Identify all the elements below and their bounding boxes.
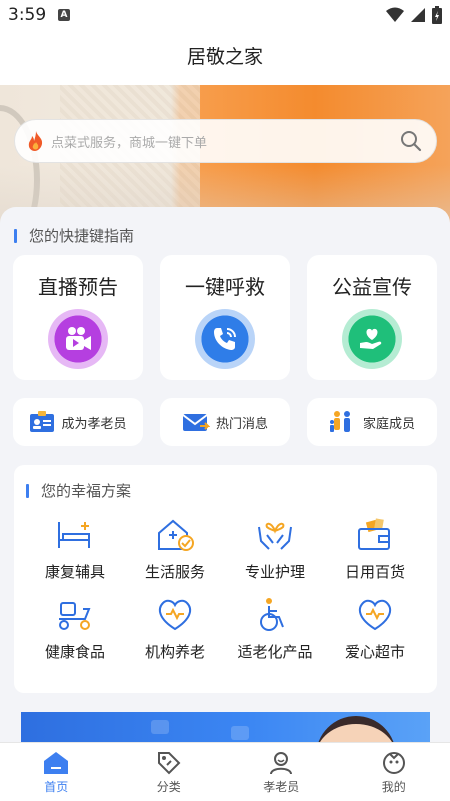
heart-pulse-icon xyxy=(130,595,220,635)
status-time: 3:59 xyxy=(8,5,47,25)
system-icons xyxy=(386,6,442,24)
hot-news-label: 热门消息 xyxy=(215,416,268,432)
plan-item-daily-goods[interactable]: 日用百货 xyxy=(330,515,420,582)
heart-pulse-icon xyxy=(330,595,420,635)
home-icon xyxy=(44,752,69,774)
hot-news-button[interactable]: 热门消息 xyxy=(160,398,290,446)
plan-item-institutional-care[interactable]: 机构养老 xyxy=(130,595,220,662)
wheelchair-icon xyxy=(230,595,320,635)
public-welfare-label: 公益宣传 xyxy=(332,275,412,299)
fire-icon xyxy=(28,131,43,151)
plan-item-elderly-products[interactable]: 适老化产品 xyxy=(230,595,320,662)
mail-icon xyxy=(182,414,210,431)
profile-face-icon xyxy=(382,752,405,774)
battery-icon xyxy=(432,6,442,24)
wifi-icon xyxy=(386,7,404,22)
plan-item-rehab-aids[interactable]: 康复辅具 xyxy=(30,515,120,582)
status-bar: 3:59 A xyxy=(0,0,450,30)
plan-item-professional-care[interactable]: 专业护理 xyxy=(230,515,320,582)
search-input[interactable]: 点菜式服务，商城一键下单 xyxy=(51,132,400,151)
emergency-call-label: 一键呼救 xyxy=(185,275,265,299)
notification-icon: A xyxy=(58,9,70,21)
emergency-call-card[interactable]: 一键呼救 xyxy=(160,255,290,380)
family-members-label: 家庭成员 xyxy=(362,416,415,432)
search-bar[interactable]: 点菜式服务，商城一键下单 xyxy=(14,119,437,163)
signal-icon xyxy=(411,8,425,22)
heart-hand-icon xyxy=(342,309,402,369)
plan-section-title: 您的幸福方案 xyxy=(26,480,131,501)
shortcuts-section-title: 您的快捷键指南 xyxy=(14,225,134,246)
family-members-button[interactable]: 家庭成员 xyxy=(307,398,437,446)
promo-banner[interactable] xyxy=(21,712,430,742)
user-icon xyxy=(270,752,293,775)
care-hands-icon xyxy=(230,515,320,555)
phone-call-icon xyxy=(195,309,255,369)
search-icon[interactable] xyxy=(400,130,422,152)
public-welfare-card[interactable]: 公益宣传 xyxy=(307,255,437,380)
bed-icon xyxy=(30,515,120,555)
wallet-icon xyxy=(330,515,420,555)
live-preview-label: 直播预告 xyxy=(38,275,118,299)
happiness-plan-panel: 您的幸福方案 康复辅具 生活服务 专业护理 日用百货 健康食品 机构养老 适老化… xyxy=(14,465,437,693)
id-card-icon xyxy=(30,411,55,432)
tab-caregiver[interactable]: 孝老员 xyxy=(225,743,338,801)
tab-mine[interactable]: 我的 xyxy=(338,743,450,801)
live-video-icon xyxy=(48,309,108,369)
plan-item-health-food[interactable]: 健康食品 xyxy=(30,595,120,662)
tag-icon xyxy=(157,752,181,775)
bottom-tab-bar: 首页 分类 孝老员 我的 xyxy=(0,742,450,801)
become-caregiver-label: 成为孝老员 xyxy=(61,416,127,432)
tab-category[interactable]: 分类 xyxy=(113,743,226,801)
live-preview-card[interactable]: 直播预告 xyxy=(13,255,143,380)
plan-item-life-services[interactable]: 生活服务 xyxy=(130,515,220,582)
delivery-scooter-icon xyxy=(30,595,120,635)
page-title: 居敬之家 xyxy=(0,30,450,85)
home-service-icon xyxy=(130,515,220,555)
plan-item-charity-supermarket[interactable]: 爱心超市 xyxy=(330,595,420,662)
family-icon xyxy=(329,411,350,432)
promo-illustration xyxy=(316,716,396,742)
become-caregiver-button[interactable]: 成为孝老员 xyxy=(13,398,143,446)
tab-home[interactable]: 首页 xyxy=(0,743,113,801)
